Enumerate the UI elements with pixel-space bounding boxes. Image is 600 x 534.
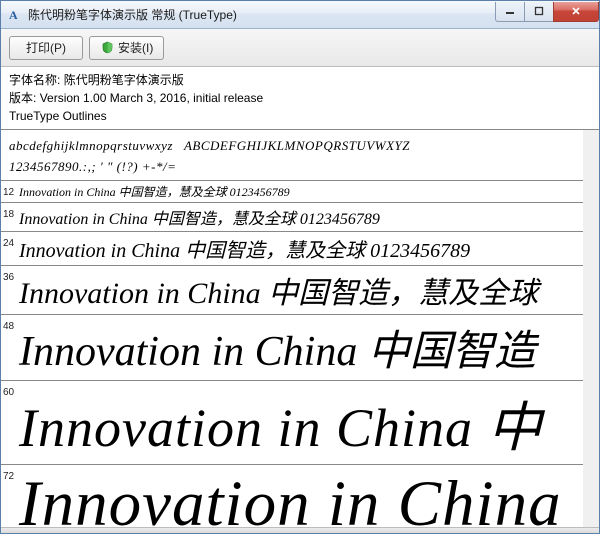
sample-text: Innovation in China 中国智造，慧及全球 0123456789 xyxy=(19,183,290,200)
charset-upper: ABCDEFGHIJKLMNOPQRSTUVWXYZ xyxy=(184,138,410,153)
maximize-button[interactable] xyxy=(524,2,554,22)
status-bar xyxy=(1,527,599,533)
sample-row: 18 Innovation in China 中国智造，慧及全球 0123456… xyxy=(1,203,583,232)
sample-text: Innovation in China 中国智造 xyxy=(19,317,536,378)
size-label: 24 xyxy=(3,234,19,249)
sample-row: 24 Innovation in China 中国智造，慧及全球 0123456… xyxy=(1,232,583,266)
size-label: 18 xyxy=(3,205,19,220)
size-label: 72 xyxy=(3,467,19,482)
charset-digits: 1234567890.:,; ' " (!?) +-*/= xyxy=(9,157,575,178)
outlines-row: TrueType Outlines xyxy=(9,107,591,125)
size-label: 60 xyxy=(3,383,19,398)
minimize-button[interactable] xyxy=(495,2,525,22)
sample-row: 72 Innovation in China xyxy=(1,465,583,527)
print-button-label: 打印(P) xyxy=(26,39,66,56)
svg-text:A: A xyxy=(9,8,18,22)
toolbar: 打印(P) 安装(I) xyxy=(1,29,599,67)
font-viewer-window: A 陈代明粉笔字体演示版 常规 (TrueType) 打印(P) 安装(I) xyxy=(0,0,600,534)
scroll-up-button[interactable]: ▲ xyxy=(584,130,599,146)
size-label: 48 xyxy=(3,317,19,332)
install-button[interactable]: 安装(I) xyxy=(89,36,164,60)
sample-row: 12 Innovation in China 中国智造，慧及全球 0123456… xyxy=(1,181,583,203)
size-label: 12 xyxy=(3,183,19,198)
vertical-scrollbar[interactable]: ▲ ▼ xyxy=(583,130,599,527)
sample-text: Innovation in China xyxy=(19,467,562,527)
sample-row: 36 Innovation in China 中国智造，慧及全球 xyxy=(1,266,583,315)
window-controls xyxy=(496,2,599,22)
sample-text: Innovation in China 中国智造，慧及全球 0123456789 xyxy=(19,205,380,229)
sample-text: Innovation in China 中 xyxy=(19,383,542,462)
shield-icon xyxy=(100,41,114,55)
font-name-row: 字体名称: 陈代明粉笔字体演示版 xyxy=(9,71,591,89)
scroll-down-button[interactable]: ▼ xyxy=(584,511,599,527)
version-row: 版本: Version 1.00 March 3, 2016, initial … xyxy=(9,89,591,107)
version-value: Version 1.00 March 3, 2016, initial rele… xyxy=(40,91,263,105)
sample-text: Innovation in China 中国智造，慧及全球 xyxy=(19,268,538,312)
window-title: 陈代明粉笔字体演示版 常规 (TrueType) xyxy=(28,6,496,23)
sample-text: Innovation in China 中国智造，慧及全球 0123456789 xyxy=(19,234,470,263)
preview-area: abcdefghijklmnopqrstuvwxyz ABCDEFGHIJKLM… xyxy=(1,130,599,527)
install-button-label: 安装(I) xyxy=(118,39,153,56)
close-button[interactable] xyxy=(553,2,599,22)
app-icon: A xyxy=(7,7,23,23)
sample-row: 60 Innovation in China 中 xyxy=(1,381,583,465)
charset-lower: abcdefghijklmnopqrstuvwxyz xyxy=(9,138,173,153)
titlebar[interactable]: A 陈代明粉笔字体演示版 常规 (TrueType) xyxy=(1,1,599,29)
print-button[interactable]: 打印(P) xyxy=(9,36,83,60)
size-label: 36 xyxy=(3,268,19,283)
version-label: 版本: xyxy=(9,91,36,105)
font-name-label: 字体名称: xyxy=(9,73,60,87)
font-name-value: 陈代明粉笔字体演示版 xyxy=(64,73,184,87)
charset-sample: abcdefghijklmnopqrstuvwxyz ABCDEFGHIJKLM… xyxy=(1,130,583,181)
sample-row: 48 Innovation in China 中国智造 xyxy=(1,315,583,381)
font-info-panel: 字体名称: 陈代明粉笔字体演示版 版本: Version 1.00 March … xyxy=(1,67,599,130)
scroll-track[interactable] xyxy=(584,146,599,511)
